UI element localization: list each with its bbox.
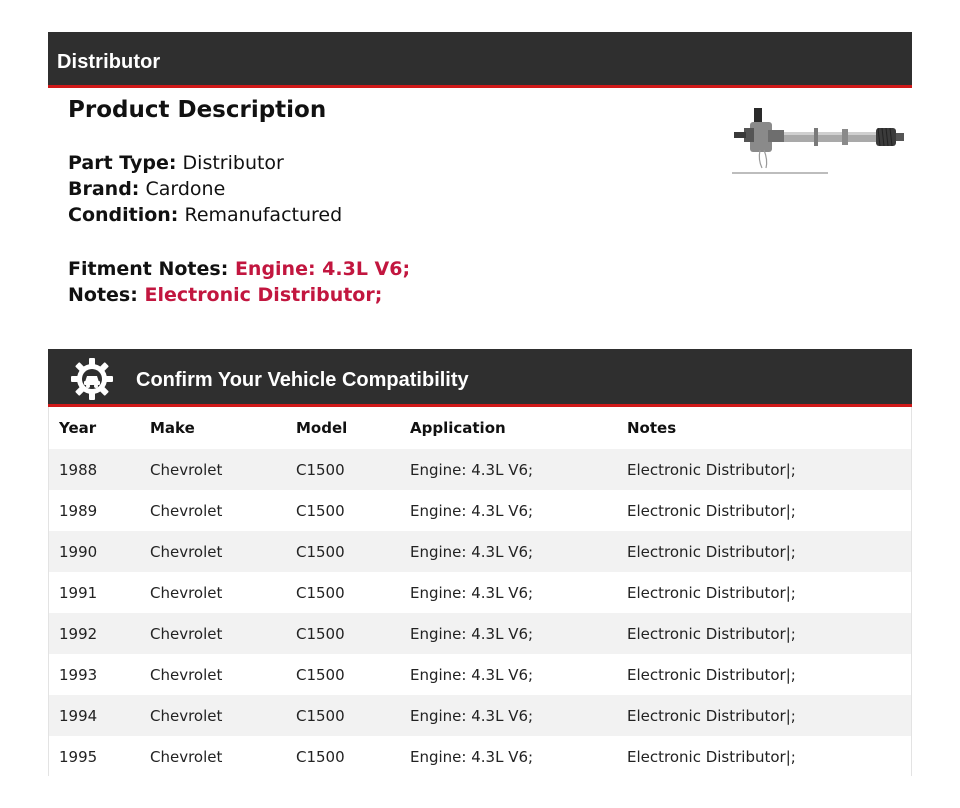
compatibility-table-container: Year Make Model Application Notes 1988 C… xyxy=(48,407,912,777)
cell-notes: Electronic Distributor|; xyxy=(627,501,796,520)
fitment-label: Notes: xyxy=(68,284,138,306)
cell-year: 1993 xyxy=(59,665,98,684)
cell-notes: Electronic Distributor|; xyxy=(627,542,796,561)
table-row: 1990 Chevrolet C1500 Engine: 4.3L V6; El… xyxy=(49,531,911,572)
product-specs: Part Type: Distributor Brand: Cardone Co… xyxy=(68,150,342,228)
cell-make: Chevrolet xyxy=(150,583,223,602)
cell-year: 1992 xyxy=(59,624,98,643)
table-row: 1995 Chevrolet C1500 Engine: 4.3L V6; El… xyxy=(49,736,911,777)
cell-model: C1500 xyxy=(296,747,345,766)
cell-make: Chevrolet xyxy=(150,747,223,766)
column-header-year: Year xyxy=(59,419,97,437)
cell-application: Engine: 4.3L V6; xyxy=(410,706,534,725)
cell-year: 1988 xyxy=(59,460,98,479)
cell-application: Engine: 4.3L V6; xyxy=(410,501,534,520)
cell-year: 1995 xyxy=(59,747,98,766)
compatibility-header: Confirm Your Vehicle Compatibility xyxy=(48,349,912,407)
product-image xyxy=(732,108,904,174)
fitment-row-engine: Fitment Notes: Engine: 4.3L V6; xyxy=(68,256,410,282)
column-header-model: Model xyxy=(296,419,348,437)
cell-application: Engine: 4.3L V6; xyxy=(410,460,534,479)
spec-row-brand: Brand: Cardone xyxy=(68,176,342,202)
spec-label: Condition: xyxy=(68,204,179,226)
cell-application: Engine: 4.3L V6; xyxy=(410,747,534,766)
fitment-value: Engine: 4.3L V6; xyxy=(234,258,411,280)
cell-application: Engine: 4.3L V6; xyxy=(410,624,534,643)
table-row: 1989 Chevrolet C1500 Engine: 4.3L V6; El… xyxy=(49,490,911,531)
spec-row-part-type: Part Type: Distributor xyxy=(68,150,342,176)
spec-value: Remanufactured xyxy=(184,204,343,226)
table-row: 1993 Chevrolet C1500 Engine: 4.3L V6; El… xyxy=(49,654,911,695)
cell-make: Chevrolet xyxy=(150,665,223,684)
cell-application: Engine: 4.3L V6; xyxy=(410,665,534,684)
cell-notes: Electronic Distributor|; xyxy=(627,747,796,766)
cell-model: C1500 xyxy=(296,706,345,725)
fitment-label: Fitment Notes: xyxy=(68,258,229,280)
fitment-row-notes: Notes: Electronic Distributor; xyxy=(68,282,410,308)
column-header-notes: Notes xyxy=(627,419,677,437)
cell-make: Chevrolet xyxy=(150,706,223,725)
cell-notes: Electronic Distributor|; xyxy=(627,460,796,479)
compatibility-table: Year Make Model Application Notes 1988 C… xyxy=(49,407,911,777)
spec-row-condition: Condition: Remanufactured xyxy=(68,202,342,228)
spec-value: Cardone xyxy=(145,178,226,200)
column-header-make: Make xyxy=(150,419,195,437)
cell-application: Engine: 4.3L V6; xyxy=(410,583,534,602)
table-row: 1988 Chevrolet C1500 Engine: 4.3L V6; El… xyxy=(49,449,911,490)
cell-year: 1989 xyxy=(59,501,98,520)
cell-year: 1991 xyxy=(59,583,98,602)
table-row: 1992 Chevrolet C1500 Engine: 4.3L V6; El… xyxy=(49,613,911,654)
product-description-heading: Product Description xyxy=(68,97,327,123)
column-header-application: Application xyxy=(410,419,506,437)
gear-car-icon xyxy=(71,358,113,400)
cell-notes: Electronic Distributor|; xyxy=(627,583,796,602)
cell-notes: Electronic Distributor|; xyxy=(627,665,796,684)
cell-make: Chevrolet xyxy=(150,460,223,479)
cell-notes: Electronic Distributor|; xyxy=(627,706,796,725)
cell-make: Chevrolet xyxy=(150,624,223,643)
cell-model: C1500 xyxy=(296,542,345,561)
cell-year: 1990 xyxy=(59,542,98,561)
spec-label: Part Type: xyxy=(68,152,177,174)
fitment-notes: Fitment Notes: Engine: 4.3L V6; Notes: E… xyxy=(68,256,410,308)
cell-notes: Electronic Distributor|; xyxy=(627,624,796,643)
table-row: 1991 Chevrolet C1500 Engine: 4.3L V6; El… xyxy=(49,572,911,613)
cell-model: C1500 xyxy=(296,665,345,684)
category-title-bar: Distributor xyxy=(48,32,912,88)
cell-model: C1500 xyxy=(296,583,345,602)
compatibility-title: Confirm Your Vehicle Compatibility xyxy=(136,369,469,391)
cell-year: 1994 xyxy=(59,706,98,725)
cell-model: C1500 xyxy=(296,501,345,520)
cell-model: C1500 xyxy=(296,624,345,643)
fitment-value: Electronic Distributor; xyxy=(144,284,383,306)
category-title: Distributor xyxy=(57,51,161,73)
cell-make: Chevrolet xyxy=(150,542,223,561)
cell-make: Chevrolet xyxy=(150,501,223,520)
cell-model: C1500 xyxy=(296,460,345,479)
table-row: 1994 Chevrolet C1500 Engine: 4.3L V6; El… xyxy=(49,695,911,736)
spec-label: Brand: xyxy=(68,178,140,200)
table-header-row: Year Make Model Application Notes xyxy=(49,407,911,449)
cell-application: Engine: 4.3L V6; xyxy=(410,542,534,561)
spec-value: Distributor xyxy=(182,152,284,174)
